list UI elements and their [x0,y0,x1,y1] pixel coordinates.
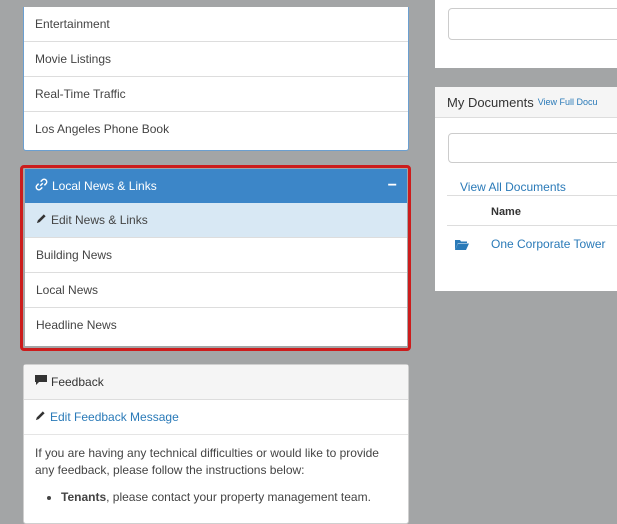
pencil-icon [36,203,47,238]
feedback-bullet-text: , please contact your property managemen… [106,490,371,504]
documents-panel: My Documents View Full Docu View All Doc… [435,87,617,291]
link-icon [35,178,48,194]
local-news-title: Local News & Links [52,179,157,193]
documents-search-input[interactable] [448,133,617,163]
comment-icon [35,375,47,389]
search-panel [435,0,617,68]
local-news-header[interactable]: Local News & Links − [25,169,407,203]
feedback-bullet-strong: Tenants [61,490,107,504]
feedback-text: If you are having any technical difficul… [35,446,379,477]
list-item-entertainment[interactable]: Entertainment [24,7,408,42]
collapse-icon[interactable]: − [388,177,397,195]
documents-header: My Documents View Full Docu [435,87,617,118]
edit-news-links-label: Edit News & Links [51,213,148,227]
feedback-panel: Feedback Edit Feedback Message If you ar… [23,364,409,524]
list-item-building-news[interactable]: Building News [25,238,407,273]
edit-news-links-button[interactable]: Edit News & Links [25,203,407,238]
folder-open-icon [455,239,469,250]
feedback-title: Feedback [51,375,104,389]
feedback-list: Tenants, please contact your property ma… [35,489,397,506]
document-row[interactable]: One Corporate Tower [455,237,606,251]
edit-feedback-button[interactable]: Edit Feedback Message [24,400,408,435]
search-input[interactable] [448,8,617,40]
quick-links-list: Entertainment Movie Listings Real-Time T… [23,7,409,151]
view-all-documents-link[interactable]: View All Documents [460,180,566,194]
pencil-icon [35,410,46,424]
documents-title: My Documents [447,94,534,110]
list-item-real-time-traffic[interactable]: Real-Time Traffic [24,77,408,112]
divider [447,195,617,196]
local-news-title-wrap: Local News & Links [35,178,157,194]
document-name[interactable]: One Corporate Tower [491,237,606,251]
list-item-phone-book[interactable]: Los Angeles Phone Book [24,112,408,147]
list-item-movie-listings[interactable]: Movie Listings [24,42,408,77]
view-full-documents-link[interactable]: View Full Docu [538,97,598,107]
column-header-name[interactable]: Name [491,206,521,218]
divider [447,225,617,226]
feedback-bullet: Tenants, please contact your property ma… [61,489,397,506]
local-news-panel: Local News & Links − Edit News & Links B… [25,169,407,346]
list-item-local-news[interactable]: Local News [25,273,407,308]
edit-feedback-label: Edit Feedback Message [50,410,179,424]
feedback-body: If you are having any technical difficul… [24,435,408,506]
list-item-headline-news[interactable]: Headline News [25,308,407,343]
feedback-header[interactable]: Feedback [24,365,408,400]
